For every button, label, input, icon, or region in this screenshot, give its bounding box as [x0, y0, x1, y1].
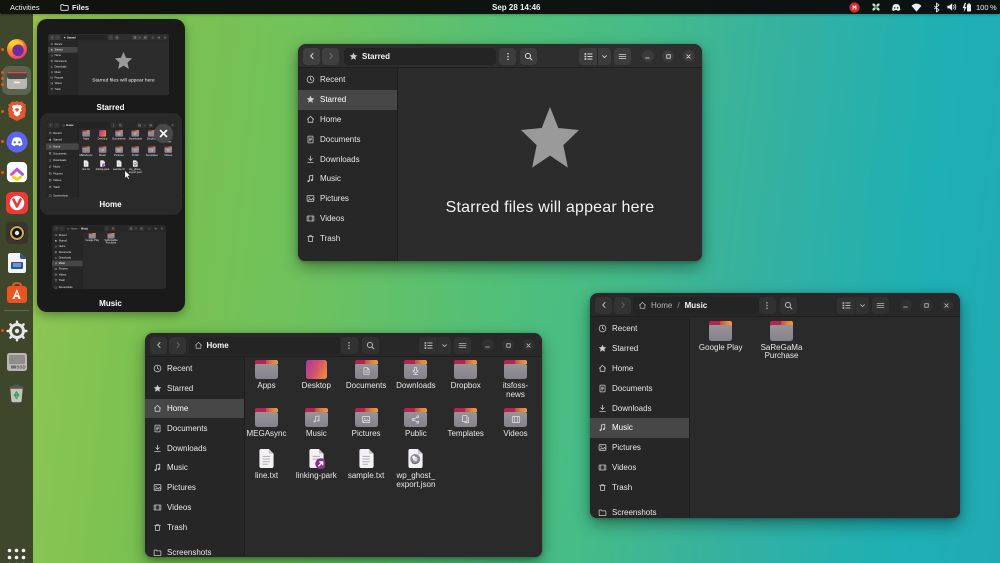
svg-text:SSD: SSD: [16, 364, 26, 369]
